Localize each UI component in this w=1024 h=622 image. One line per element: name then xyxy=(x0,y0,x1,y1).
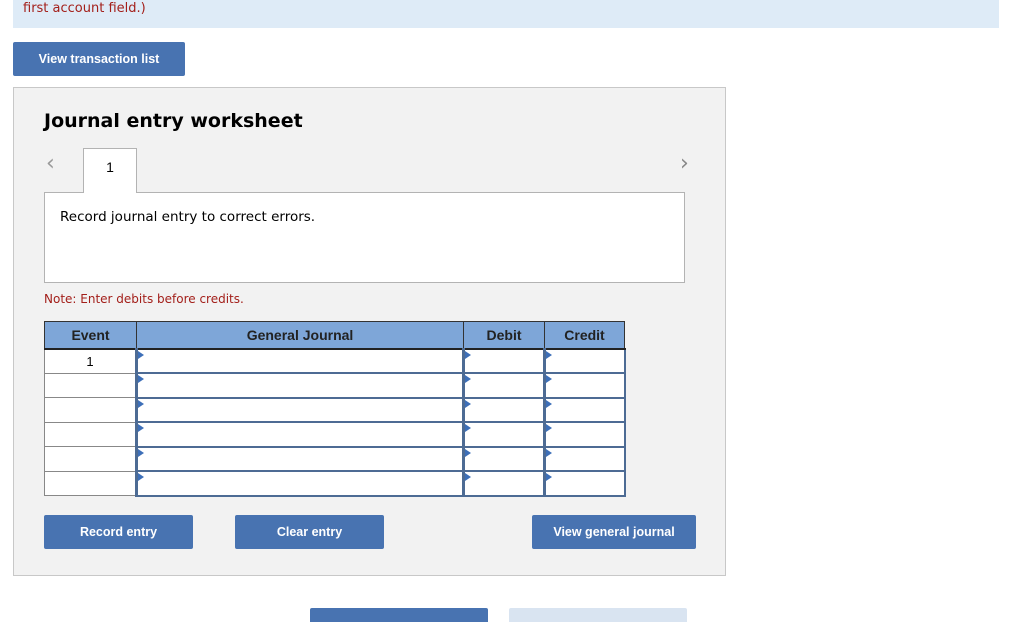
account-select[interactable] xyxy=(135,470,464,497)
header-debit: Debit xyxy=(463,321,545,350)
field-marker-icon xyxy=(138,473,144,481)
table-row xyxy=(44,445,626,472)
credit-input[interactable] xyxy=(543,470,626,497)
credit-input[interactable] xyxy=(543,445,626,472)
table-row xyxy=(44,396,626,423)
field-marker-icon xyxy=(465,473,471,481)
tab-1[interactable]: 1 xyxy=(83,148,137,193)
record-entry-button[interactable]: Record entry xyxy=(44,515,193,549)
field-marker-icon xyxy=(138,424,144,432)
clear-entry-button[interactable]: Clear entry xyxy=(235,515,384,549)
field-marker-icon xyxy=(546,448,552,457)
description-text: Record journal entry to correct errors. xyxy=(60,209,316,225)
field-marker-icon xyxy=(138,350,144,359)
field-marker-icon xyxy=(546,399,552,408)
field-marker-icon xyxy=(465,399,471,408)
field-marker-icon xyxy=(546,424,552,432)
field-marker-icon xyxy=(465,448,471,457)
journal-table: Event General Journal Debit Credit 1 xyxy=(44,321,626,497)
table-row: 1 xyxy=(44,347,626,374)
event-cell xyxy=(44,446,137,472)
debit-input[interactable] xyxy=(462,372,545,399)
account-select[interactable] xyxy=(135,396,464,423)
debit-input[interactable] xyxy=(462,470,545,497)
debit-input[interactable] xyxy=(462,421,545,448)
event-cell xyxy=(44,470,137,496)
event-cell xyxy=(44,372,137,398)
account-select[interactable] xyxy=(135,421,464,448)
journal-entry-worksheet-panel: Journal entry worksheet ‹ 1 › Record jou… xyxy=(13,87,726,576)
instruction-text: first account field.) xyxy=(23,1,146,16)
credit-input[interactable] xyxy=(543,396,626,423)
field-marker-icon xyxy=(138,375,144,383)
bottom-primary-button[interactable] xyxy=(310,608,488,622)
table-row xyxy=(44,421,626,448)
instruction-banner: first account field.) xyxy=(13,0,999,28)
table-row xyxy=(44,372,626,399)
debit-input[interactable] xyxy=(462,445,545,472)
field-marker-icon xyxy=(546,375,552,383)
account-select[interactable] xyxy=(135,347,464,374)
account-select[interactable] xyxy=(135,445,464,472)
header-credit: Credit xyxy=(544,321,625,350)
note-text: Note: Enter debits before credits. xyxy=(44,292,244,306)
account-select[interactable] xyxy=(135,372,464,399)
field-marker-icon xyxy=(465,375,471,383)
field-marker-icon xyxy=(546,473,552,481)
field-marker-icon xyxy=(138,399,144,408)
debit-input[interactable] xyxy=(462,396,545,423)
credit-input[interactable] xyxy=(543,347,626,374)
field-marker-icon xyxy=(465,424,471,432)
event-cell: 1 xyxy=(44,348,137,374)
credit-input[interactable] xyxy=(543,421,626,448)
header-general-journal: General Journal xyxy=(136,321,464,350)
field-marker-icon xyxy=(546,350,552,359)
table-row xyxy=(44,470,626,497)
credit-input[interactable] xyxy=(543,372,626,399)
bottom-secondary-button[interactable] xyxy=(509,608,687,622)
event-cell xyxy=(44,397,137,423)
worksheet-title: Journal entry worksheet xyxy=(44,110,303,132)
view-transaction-list-button[interactable]: View transaction list xyxy=(13,42,185,76)
event-cell xyxy=(44,421,137,447)
debit-input[interactable] xyxy=(462,347,545,374)
field-marker-icon xyxy=(465,350,471,359)
view-general-journal-button[interactable]: View general journal xyxy=(532,515,696,549)
chevron-right-icon[interactable]: › xyxy=(680,153,696,175)
chevron-left-icon[interactable]: ‹ xyxy=(46,153,62,175)
field-marker-icon xyxy=(138,448,144,457)
header-event: Event xyxy=(44,321,137,350)
description-box: Record journal entry to correct errors. xyxy=(44,192,685,283)
table-header-row: Event General Journal Debit Credit xyxy=(44,321,625,350)
